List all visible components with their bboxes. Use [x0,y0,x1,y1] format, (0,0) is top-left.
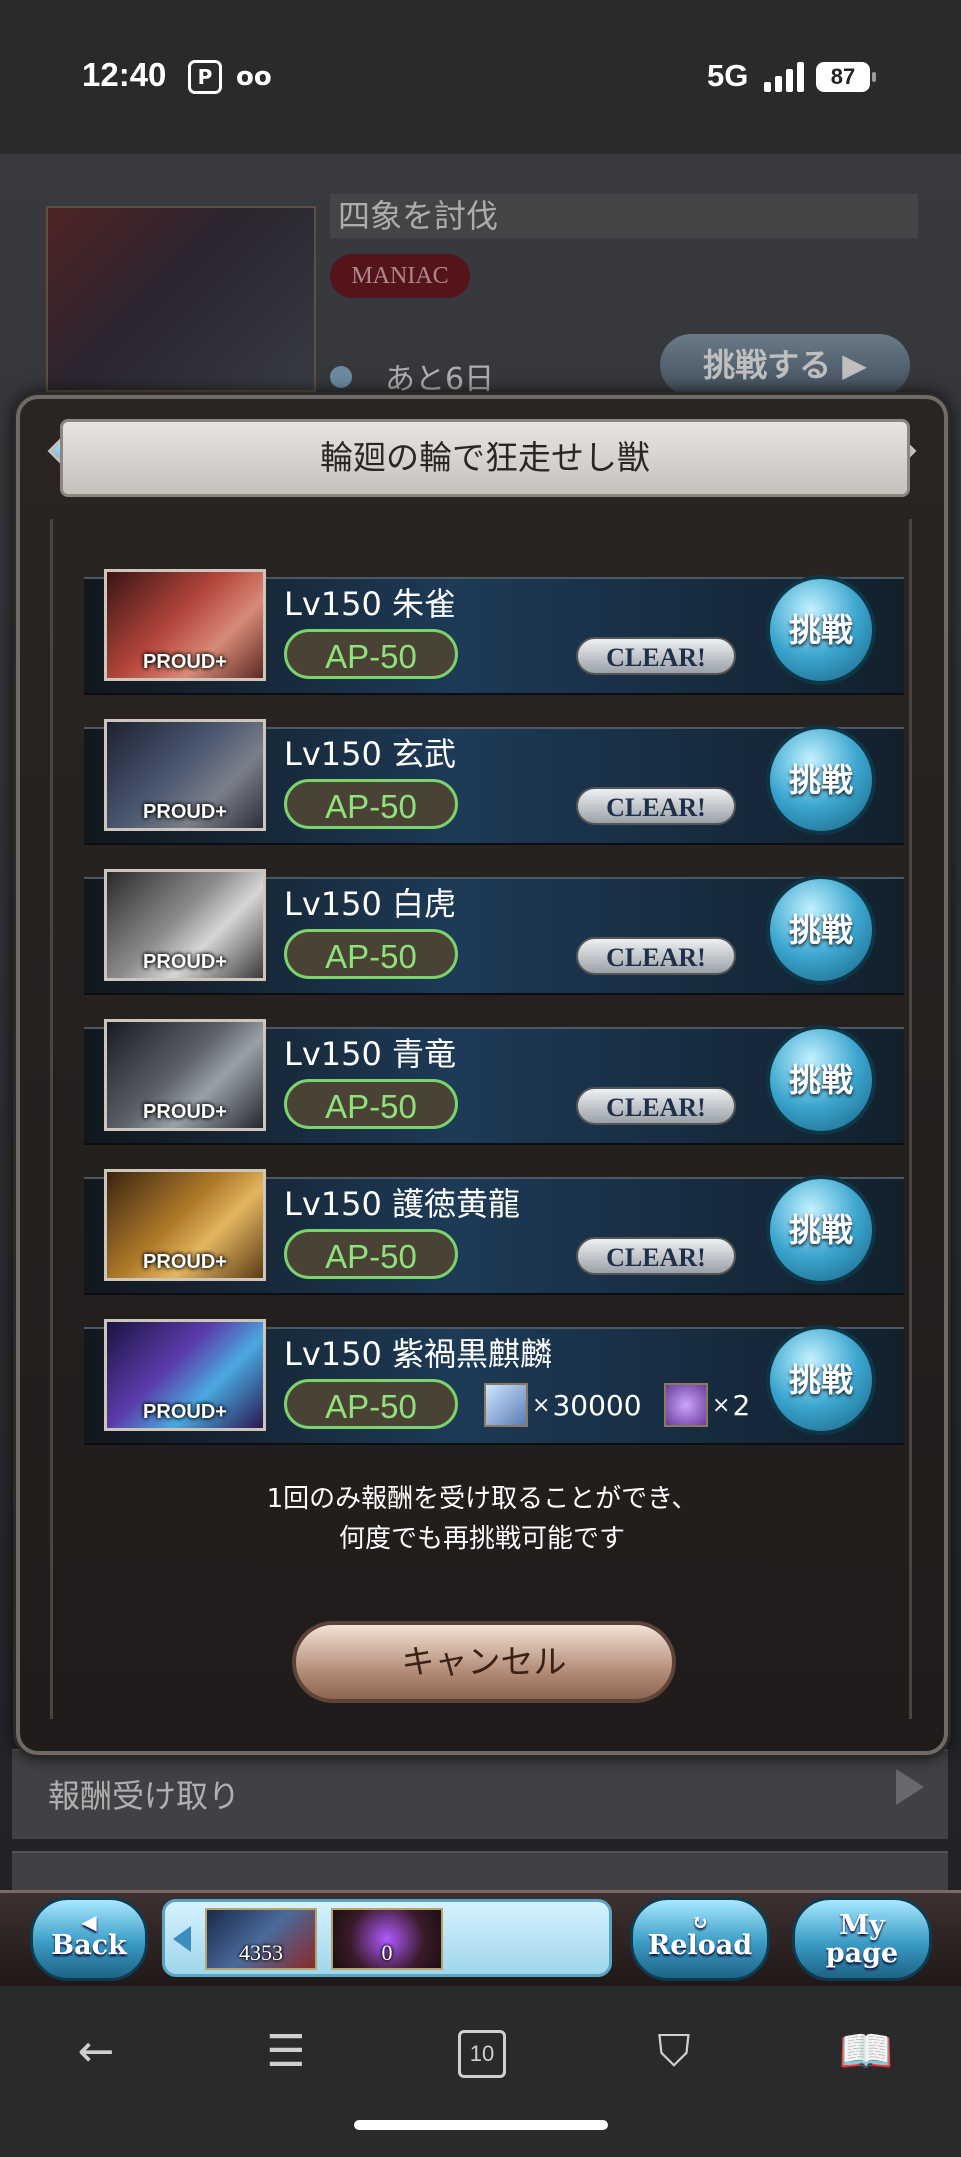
quest-row-byakko: PROUD+ Lv150 白虎 AP-50 CLEAR! 挑戦 [84,869,904,999]
mypage-label-top: My [839,1910,885,1941]
signal-icon [764,62,804,92]
ap-cost: AP-50 [284,1229,458,1279]
ap-cost: AP-50 [284,929,458,979]
boss-thumbnail: PROUD+ [104,569,266,681]
challenge-button[interactable]: 挑戦 [766,1175,876,1285]
quest-name: Lv150 護徳黄龍 [284,1185,521,1223]
reward-item: × 2 [664,1381,750,1429]
back-arrow-icon: ◀ [81,1910,97,1934]
reward-item: × 30000 [484,1381,642,1429]
reload-button[interactable]: ↻ Reload [630,1897,770,1981]
shortcut-tray: 4353 0 [162,1899,612,1977]
dialog-note: 1回のみ報酬を受け取ることができ、 何度でも再挑戦可能です [20,1479,944,1559]
quest-row-suzaku: PROUD+ Lv150 朱雀 AP-50 CLEAR! 挑戦 [84,569,904,699]
clear-badge: CLEAR! [576,1237,736,1275]
mypage-button[interactable]: My page [792,1897,932,1981]
challenge-button[interactable]: 挑戦 [766,725,876,835]
network-type: 5G [707,58,749,93]
clock: 12:40 [82,56,167,93]
difficulty-label: PROUD+ [143,1251,227,1273]
note-line: 1回のみ報酬を受け取ることができ、 [266,1484,698,1514]
difficulty-label: PROUD+ [143,651,227,673]
difficulty-label: PROUD+ [143,951,227,973]
boss-thumbnail: PROUD+ [104,1169,266,1281]
quest-row-seiryu: PROUD+ Lv150 青竜 AP-50 CLEAR! 挑戦 [84,1019,904,1149]
browser-toolbar: ← ☰ 10 ⛉ 📖 [0,1986,961,2157]
item-count: 4353 [239,1940,283,1965]
boss-thumbnail: PROUD+ [104,1019,266,1131]
ap-cost: AP-50 [284,1379,458,1429]
item-count: 0 [381,1940,393,1965]
multiply-sign: × [532,1392,551,1418]
clear-badge: CLEAR! [576,787,736,825]
boss-thumbnail: PROUD+ [104,1319,266,1431]
challenge-button[interactable]: 挑戦 [766,575,876,685]
multiply-sign: × [712,1392,731,1418]
quest-row-genbu: PROUD+ Lv150 玄武 AP-50 CLEAR! 挑戦 [84,719,904,849]
challenge-button[interactable]: 挑戦 [766,1025,876,1135]
quest-name: Lv150 紫禍黒麒麟 [284,1335,553,1373]
clear-badge: CLEAR! [576,1087,736,1125]
boss-thumbnail: PROUD+ [104,719,266,831]
voicemail-icon: oo [236,62,272,92]
game-nav-bar: ◀ Back 4353 0 ↻ Reload My page [0,1890,961,1989]
star-crystal-icon [484,1383,528,1427]
battery-icon: 87 [816,62,876,92]
menu-icon[interactable]: ☰ [256,2022,316,2082]
clear-badge: CLEAR! [576,637,736,675]
reload-icon: ↻ [691,1910,709,1934]
tabs-count-button[interactable]: 10 [458,2030,506,2078]
quest-row-shika-kokukirin: PROUD+ Lv150 紫禍黒麒麟 AP-50 × 30000 × 2 挑戦 [84,1319,904,1449]
shortcut-item[interactable]: 0 [331,1908,443,1970]
cancel-button[interactable]: キャンセル [292,1621,676,1703]
difficulty-label: PROUD+ [143,1401,227,1423]
book-icon[interactable]: 📖 [836,2022,896,2082]
bookmark-add-icon[interactable]: ⛉ [644,2022,704,2082]
clear-badge: CLEAR! [576,937,736,975]
status-bar: 12:40 P oo 5G 87 [0,0,961,154]
reward-quantity: 30000 [552,1388,642,1422]
shortcut-item[interactable]: 4353 [205,1908,317,1970]
back-label: Back [51,1930,127,1961]
ap-cost: AP-50 [284,779,458,829]
reward-quantity: 2 [732,1388,751,1422]
quest-name: Lv150 玄武 [284,735,457,773]
quest-name: Lv150 青竜 [284,1035,457,1073]
difficulty-label: PROUD+ [143,1101,227,1123]
home-indicator [354,2120,608,2130]
quest-name: Lv150 朱雀 [284,585,457,623]
back-arrow-icon[interactable]: ← [66,2022,126,2082]
note-line: 何度でも再挑戦可能です [338,1524,625,1554]
pay-app-icon: P [188,60,222,94]
quest-row-kotoku-oryu: PROUD+ Lv150 護徳黄龍 AP-50 CLEAR! 挑戦 [84,1169,904,1299]
mypage-label: page [825,1938,899,1969]
ap-cost: AP-50 [284,629,458,679]
reload-label: Reload [647,1930,753,1961]
challenge-button[interactable]: 挑戦 [766,875,876,985]
back-button[interactable]: ◀ Back [30,1897,148,1981]
boss-thumbnail: PROUD+ [104,869,266,981]
quest-select-dialog: 輪廻の輪で狂走せし獣 PROUD+ Lv150 朱雀 AP-50 CLEAR! … [16,395,948,1755]
quest-name: Lv150 白虎 [284,885,457,923]
dialog-title: 輪廻の輪で狂走せし獣 [60,419,910,497]
orb-item-icon [664,1383,708,1427]
difficulty-label: PROUD+ [143,801,227,823]
tray-left-arrow-icon[interactable] [173,1926,191,1952]
challenge-button[interactable]: 挑戦 [766,1325,876,1435]
ap-cost: AP-50 [284,1079,458,1129]
